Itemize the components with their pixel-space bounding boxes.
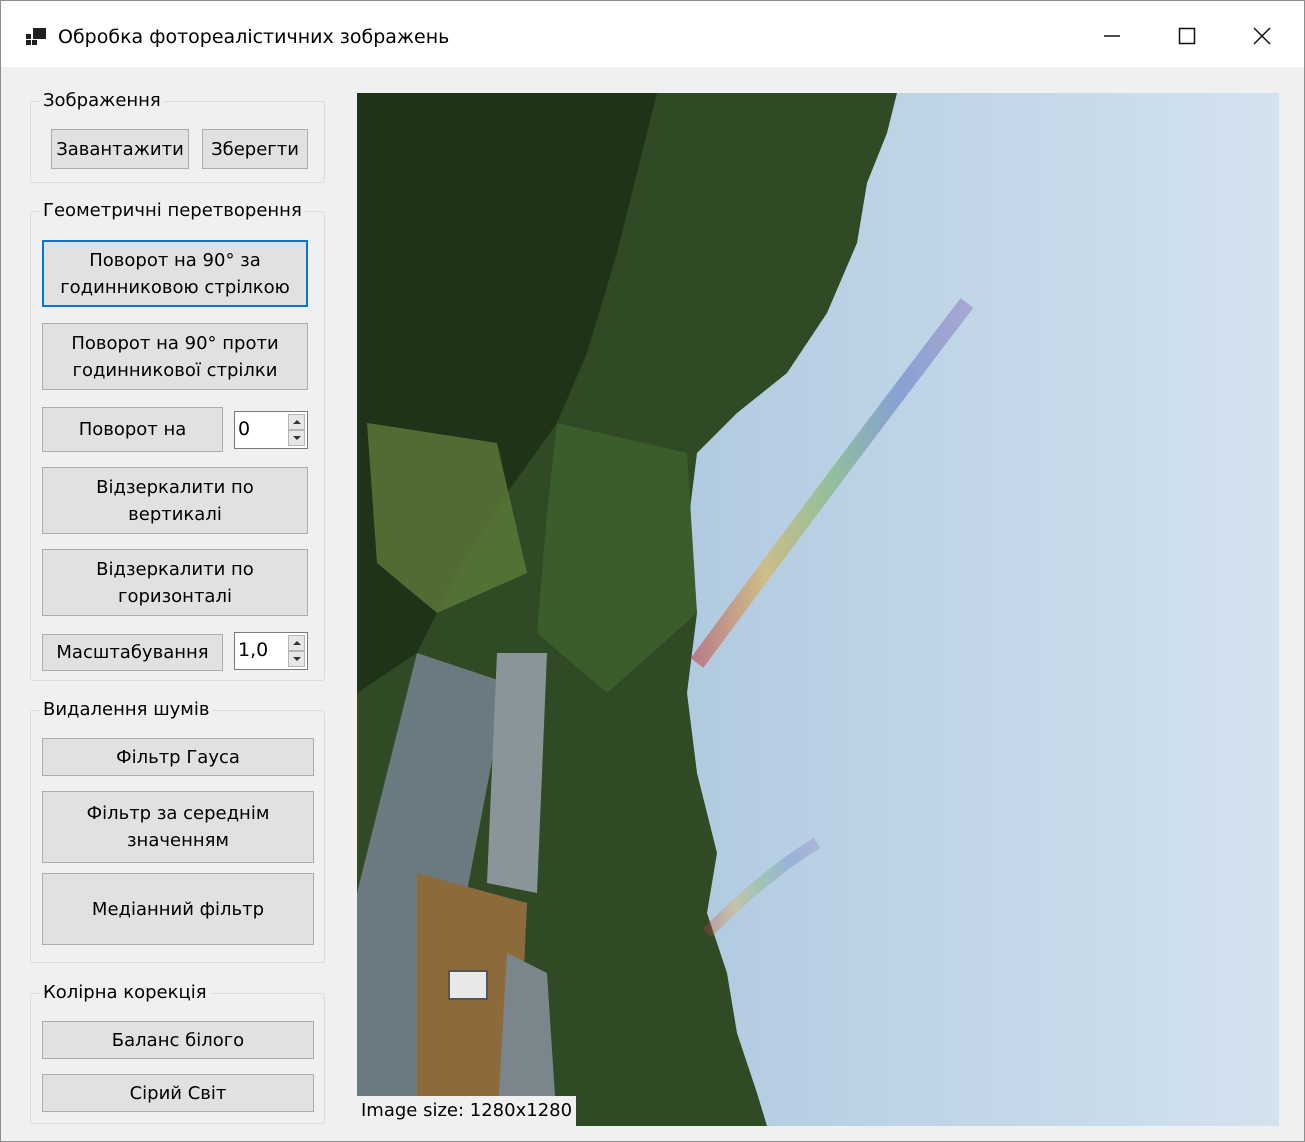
image-preview[interactable]: [357, 93, 1279, 1126]
stepper-down-icon[interactable]: [288, 430, 305, 446]
rotate-by-button[interactable]: Поворот на: [42, 407, 223, 452]
image-group-label: Зображення: [40, 89, 164, 113]
gauss-filter-button[interactable]: Фільтр Гауса: [42, 738, 314, 776]
denoise-group-label: Видалення шумів: [40, 698, 213, 722]
mirror-vertical-button[interactable]: Відзеркалити по вертикалі: [42, 467, 308, 534]
denoise-group: Видалення шумів Фільтр Гауса Фільтр за с…: [30, 698, 325, 963]
white-balance-button[interactable]: Баланс білого: [42, 1021, 314, 1059]
image-size-label: Image size: 1280x1280: [357, 1096, 577, 1126]
rotate-ccw-button[interactable]: Поворот на 90° проти годинникової стрілк…: [42, 323, 308, 390]
scale-stepper[interactable]: 1,0: [234, 632, 308, 670]
save-button[interactable]: Зберегти: [202, 129, 308, 169]
app-window-icon: [26, 28, 48, 46]
load-button[interactable]: Завантажити: [51, 129, 189, 169]
stepper-up-icon[interactable]: [288, 414, 305, 430]
minimize-icon: [1104, 35, 1120, 37]
maximize-button[interactable]: [1163, 15, 1211, 57]
geometry-group-label: Геометричні перетворення: [40, 199, 305, 223]
photo-rainbow-landscape-icon: [357, 93, 1279, 1126]
rotate-cw-button[interactable]: Поворот на 90° за годинниковою стрілкою: [42, 240, 308, 307]
close-icon: [1253, 27, 1271, 45]
color-group-label: Колірна корекція: [40, 981, 210, 1005]
stepper-up-icon[interactable]: [288, 635, 305, 651]
client-area: Зображення Завантажити Зберегти Геометри…: [1, 67, 1304, 1141]
geometry-group: Геометричні перетворення Поворот на 90° …: [30, 199, 325, 681]
stepper-down-icon[interactable]: [288, 651, 305, 667]
scale-value[interactable]: 1,0: [238, 633, 268, 667]
rotate-angle-value[interactable]: 0: [238, 412, 250, 446]
scale-button[interactable]: Масштабування: [42, 634, 223, 671]
window-title: Обробка фотореалістичних зображень: [58, 26, 450, 48]
app-window: Обробка фотореалістичних зображень Зобра…: [0, 0, 1305, 1142]
title-bar[interactable]: Обробка фотореалістичних зображень: [1, 1, 1304, 67]
median-filter-button[interactable]: Медіанний фільтр: [42, 873, 314, 945]
color-group: Колірна корекція Баланс білого Сірий Сві…: [30, 981, 325, 1124]
maximize-icon: [1178, 27, 1196, 45]
gray-world-button[interactable]: Сірий Світ: [42, 1074, 314, 1112]
image-group: Зображення Завантажити Зберегти: [30, 89, 325, 183]
mirror-horizontal-button[interactable]: Відзеркалити по горизонталі: [42, 549, 308, 616]
mean-filter-button[interactable]: Фільтр за середнім значенням: [42, 791, 314, 863]
minimize-button[interactable]: [1088, 15, 1136, 57]
rotate-angle-stepper[interactable]: 0: [234, 411, 308, 449]
close-button[interactable]: [1238, 15, 1286, 57]
